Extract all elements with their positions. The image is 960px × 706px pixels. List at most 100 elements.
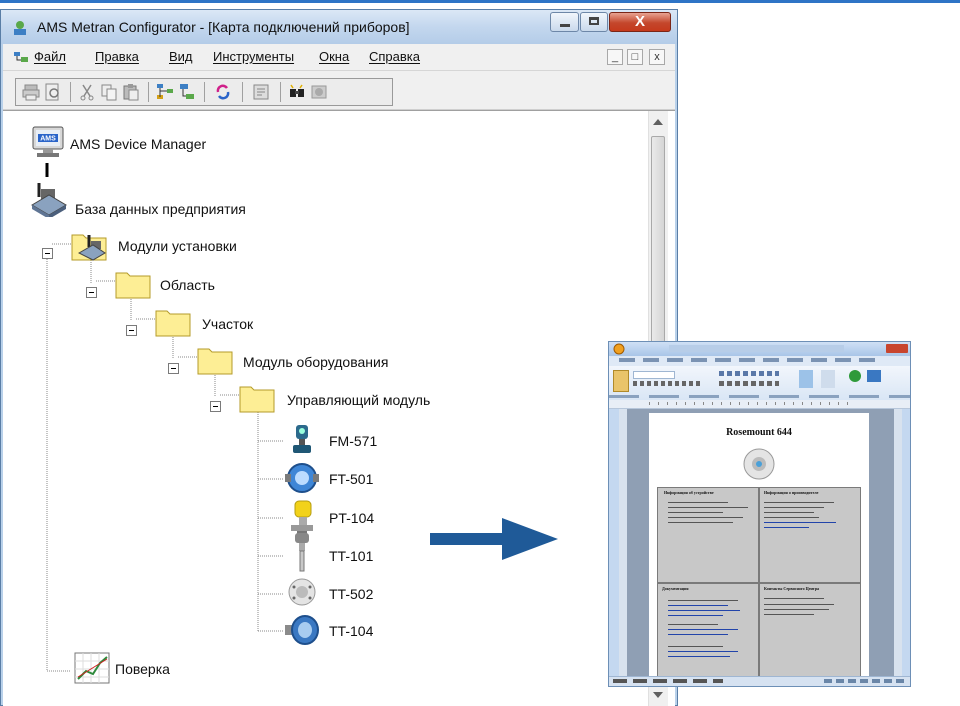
device-tt-104[interactable]: TT-104 xyxy=(329,623,373,639)
menu-edit[interactable]: Правка xyxy=(95,49,139,64)
svg-text:AMS: AMS xyxy=(40,136,56,143)
toolbar-group xyxy=(15,78,393,106)
office-icon xyxy=(613,343,625,355)
paste-icon[interactable] xyxy=(122,83,140,101)
find-icon[interactable] xyxy=(288,83,306,101)
doc-workspace: Rosemount 644 Информация об устройстве И… xyxy=(619,409,902,679)
ams-computer-icon[interactable]: AMS xyxy=(31,125,65,163)
doc-cell-header: Информация об устройстве xyxy=(664,490,714,495)
tree-node-control-module[interactable]: Управляющий модуль xyxy=(287,392,430,408)
doc-ruler xyxy=(609,400,910,409)
collapse-toggle[interactable] xyxy=(42,248,53,259)
scroll-down-icon[interactable] xyxy=(653,692,663,698)
doc-cell-service-contacts: Контакты Сервисного Центра xyxy=(759,583,861,679)
minimize-icon xyxy=(560,24,570,27)
menu-bar: Файл Правка Вид Инструменты Окна Справка… xyxy=(3,44,675,71)
doc-scrollbar xyxy=(894,409,902,679)
menu-help[interactable]: Справка xyxy=(369,49,420,64)
document-window-icon[interactable] xyxy=(13,50,29,64)
app-icon xyxy=(14,21,26,35)
arrow-icon xyxy=(430,518,558,560)
menu-tools[interactable]: Инструменты xyxy=(213,49,294,64)
tree-view: AMS AMS Device Manager База данных предп… xyxy=(3,110,675,706)
doc-title-text xyxy=(669,345,844,352)
minimize-button[interactable] xyxy=(550,12,579,32)
print-icon[interactable] xyxy=(22,83,40,101)
maximize-button[interactable] xyxy=(580,12,608,32)
doc-vertical-ruler xyxy=(619,409,627,679)
tree-node-calibration[interactable]: Поверка xyxy=(115,661,170,677)
main-window: AMS Metran Configurator - [Карта подключ… xyxy=(0,9,678,706)
doc-cell-header: Документация xyxy=(662,586,689,591)
tree-node-equipment-module[interactable]: Модуль оборудования xyxy=(243,354,388,370)
collapse-toggle[interactable] xyxy=(126,325,137,336)
folder-icon[interactable] xyxy=(197,343,233,375)
doc-close-icon xyxy=(886,344,908,353)
toolbar-separator xyxy=(280,82,281,102)
copy-icon[interactable] xyxy=(100,83,118,101)
toolbar-separator xyxy=(242,82,243,102)
doc-cell-documentation: Документация xyxy=(657,583,759,679)
tree-node-area[interactable]: Область xyxy=(160,277,215,293)
menu-file[interactable]: Файл xyxy=(34,49,66,64)
page-top-line xyxy=(0,0,960,3)
doc-ribbon-tabs xyxy=(609,356,910,366)
doc-cell-header: Информация о производителе xyxy=(764,490,819,495)
head-transmitter-icon xyxy=(743,448,775,480)
doc-status-bar xyxy=(609,676,910,686)
doc-cell-manufacturer-info: Информация о производителе xyxy=(759,487,861,583)
plant-modules-icon[interactable] xyxy=(71,229,107,261)
tree-node-plant-database[interactable]: База данных предприятия xyxy=(75,201,246,217)
device-tt-502[interactable]: TT-502 xyxy=(329,586,373,602)
device-pt-104[interactable]: PT-104 xyxy=(329,510,374,526)
close-icon: X xyxy=(634,13,645,30)
temperature-transmitter-icon[interactable] xyxy=(283,613,321,647)
collapse-toggle[interactable] xyxy=(86,287,97,298)
mdi-minimize-button[interactable]: _ xyxy=(607,49,623,65)
disabled-icon[interactable] xyxy=(310,83,328,101)
device-tt-101[interactable]: TT-101 xyxy=(329,548,373,564)
head-transmitter-icon[interactable] xyxy=(283,577,321,607)
calibration-chart-icon[interactable] xyxy=(73,651,111,685)
print-preview-icon[interactable] xyxy=(44,83,62,101)
tree-node-plant-modules[interactable]: Модули установки xyxy=(118,238,237,254)
menu-view[interactable]: Вид xyxy=(169,49,193,64)
document-preview[interactable]: Rosemount 644 Информация об устройстве И… xyxy=(608,341,911,687)
refresh-icon[interactable] xyxy=(214,83,232,101)
scroll-up-icon[interactable] xyxy=(653,119,663,125)
title-bar[interactable]: AMS Metran Configurator - [Карта подключ… xyxy=(1,10,677,44)
flow-transmitter-icon[interactable] xyxy=(283,461,321,495)
mdi-close-button[interactable]: x xyxy=(649,49,665,65)
doc-page: Rosemount 644 Информация об устройстве И… xyxy=(649,413,869,679)
close-button[interactable]: X xyxy=(609,12,671,32)
window-title: AMS Metran Configurator - [Карта подключ… xyxy=(37,19,410,35)
flowmeter-icon[interactable] xyxy=(285,423,319,457)
doc-title-bar xyxy=(609,342,910,356)
mdi-restore-button[interactable]: □ xyxy=(627,49,643,65)
collapse-toggle[interactable] xyxy=(210,401,221,412)
cut-icon[interactable] xyxy=(78,83,96,101)
database-icon[interactable] xyxy=(29,179,69,217)
collapse-toggle[interactable] xyxy=(168,363,179,374)
toolbar-separator xyxy=(148,82,149,102)
tree-node-unit[interactable]: Участок xyxy=(202,316,253,332)
folder-icon[interactable] xyxy=(155,305,191,337)
doc-heading: Rosemount 644 xyxy=(726,427,792,438)
doc-cell-device-info: Информация об устройстве xyxy=(657,487,759,583)
temperature-sensor-icon[interactable] xyxy=(287,531,317,573)
device-fm-571[interactable]: FM-571 xyxy=(329,433,377,449)
doc-ribbon xyxy=(609,366,910,401)
toolbar-separator xyxy=(204,82,205,102)
properties-icon[interactable] xyxy=(252,83,270,101)
folder-icon[interactable] xyxy=(239,381,275,413)
network-icon[interactable] xyxy=(156,83,174,101)
doc-cell-header: Контакты Сервисного Центра xyxy=(764,586,820,591)
device-ft-501[interactable]: FT-501 xyxy=(329,471,373,487)
menu-windows[interactable]: Окна xyxy=(319,49,349,64)
tree-node-ams-device-manager[interactable]: AMS Device Manager xyxy=(70,136,206,152)
maximize-icon xyxy=(589,17,599,25)
device-tree-icon[interactable] xyxy=(178,83,196,101)
toolbar-separator xyxy=(70,82,71,102)
folder-icon[interactable] xyxy=(115,267,151,299)
toolbar xyxy=(3,71,675,110)
